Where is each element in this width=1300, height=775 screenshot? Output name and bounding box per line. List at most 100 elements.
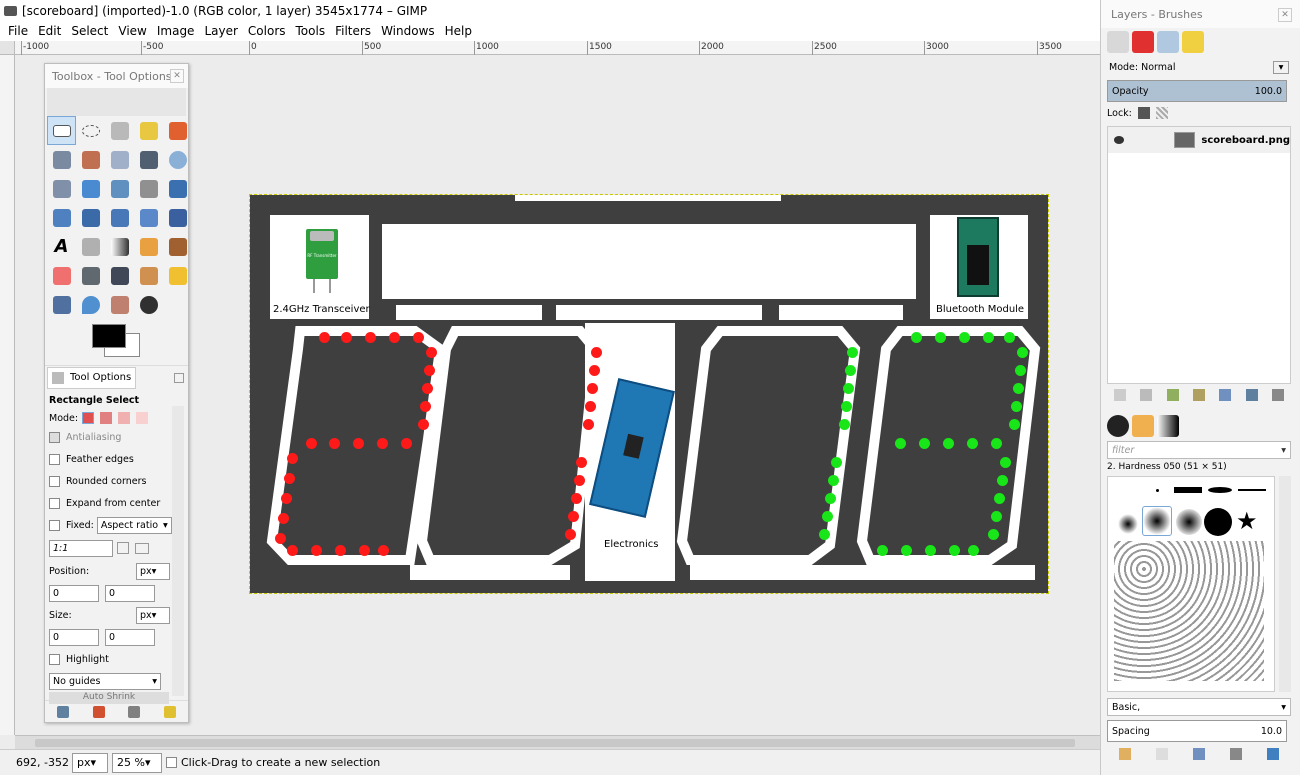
flip-tool-icon[interactable] [134, 203, 163, 232]
delete-brush-icon[interactable] [1229, 748, 1242, 760]
free-select-tool-icon[interactable] [105, 116, 134, 145]
toolbox-close-button[interactable]: ✕ [170, 69, 184, 83]
foreground-select-tool-icon[interactable] [76, 145, 105, 174]
raise-layer-icon[interactable] [1166, 389, 1179, 401]
lock-pixels-icon[interactable] [1137, 107, 1150, 119]
ellipse-select-tool-icon[interactable] [76, 116, 105, 145]
antialiasing-checkbox[interactable] [49, 431, 60, 443]
fixed-mode-select[interactable]: Aspect ratio ▾ [96, 516, 172, 534]
new-layer-icon[interactable] [1114, 389, 1127, 401]
perspective-clone-tool-icon[interactable] [47, 290, 76, 319]
gradients-tab-icon[interactable] [1157, 415, 1179, 437]
tool-options-tab[interactable]: Tool Options [47, 366, 137, 389]
spacing-slider[interactable]: Spacing 10.0 [1107, 720, 1287, 742]
size-y-field[interactable]: 0 [105, 628, 155, 646]
eye-icon[interactable] [1114, 136, 1125, 144]
channels-tab-icon[interactable] [1132, 31, 1154, 53]
reset-options-icon[interactable] [164, 705, 177, 718]
heal-tool-icon[interactable] [163, 261, 192, 290]
menu-select[interactable]: Select [71, 24, 108, 38]
brush-scrollbar[interactable] [1279, 476, 1291, 692]
refresh-brushes-icon[interactable] [1266, 748, 1279, 760]
brush-filter-input[interactable]: filter ▾ [1107, 441, 1291, 459]
bucket-fill-tool-icon[interactable] [76, 232, 105, 261]
scroll-thumb[interactable] [35, 739, 1075, 747]
scale-tool-icon[interactable] [47, 203, 76, 232]
zoom-select[interactable]: 25 % ▾ [112, 752, 162, 773]
anchor-layer-icon[interactable] [1245, 389, 1258, 401]
measure-tool-icon[interactable] [47, 174, 76, 203]
layers-tab-icon[interactable] [1107, 31, 1129, 53]
new-brush-icon[interactable] [1156, 748, 1169, 760]
menu-file[interactable]: File [8, 24, 28, 38]
foreground-color-swatch[interactable] [92, 324, 126, 348]
rotate-tool-icon[interactable] [163, 174, 192, 203]
cage-tool-icon[interactable] [163, 203, 192, 232]
menu-image[interactable]: Image [157, 24, 195, 38]
dodge-burn-tool-icon[interactable] [134, 290, 163, 319]
delete-layer-icon[interactable] [1271, 389, 1284, 401]
brush-grid[interactable]: ★ [1107, 476, 1275, 692]
expand-center-checkbox[interactable] [49, 497, 60, 509]
layer-name[interactable]: scoreboard.png [1201, 135, 1290, 146]
aspect-ratio-field[interactable]: 1:1 [49, 539, 113, 557]
align-tool-icon[interactable] [105, 174, 134, 203]
lock-alpha-icon[interactable] [1155, 107, 1168, 119]
duplicate-brush-icon[interactable] [1192, 748, 1205, 760]
landscape-icon[interactable] [135, 542, 149, 554]
tool-options-scrollbar[interactable] [172, 406, 184, 696]
menu-edit[interactable]: Edit [38, 24, 61, 38]
tab-menu-icon[interactable] [174, 372, 184, 383]
menu-view[interactable]: View [118, 24, 146, 38]
paintbrush-tool-icon[interactable] [163, 232, 192, 261]
menu-help[interactable]: Help [445, 24, 472, 38]
move-tool-icon[interactable] [76, 174, 105, 203]
rect-select-tool-icon[interactable] [47, 116, 76, 145]
eraser-tool-icon[interactable] [47, 261, 76, 290]
unit-select[interactable]: px ▾ [72, 752, 108, 773]
crop-tool-icon[interactable] [134, 174, 163, 203]
text-tool-icon[interactable]: A [47, 232, 76, 261]
menu-layer[interactable]: Layer [204, 24, 237, 38]
color-picker-tool-icon[interactable] [134, 145, 163, 174]
lower-layer-icon[interactable] [1192, 389, 1205, 401]
pencil-tool-icon[interactable] [134, 232, 163, 261]
position-x-field[interactable]: 0 [49, 584, 99, 602]
guides-select[interactable]: No guides ▾ [49, 672, 161, 690]
horizontal-ruler[interactable]: -1000 -500 0 500 1000 1500 2000 2500 300… [15, 41, 1100, 55]
ink-tool-icon[interactable] [105, 261, 134, 290]
dock-close-button[interactable]: ✕ [1278, 8, 1292, 22]
portrait-icon[interactable] [117, 542, 129, 554]
brush-preset-select[interactable]: Basic, ▾ [1107, 698, 1291, 716]
position-y-field[interactable]: 0 [105, 584, 155, 602]
layer-row[interactable]: scoreboard.png [1108, 127, 1290, 153]
smudge-tool-icon[interactable] [105, 290, 134, 319]
new-group-icon[interactable] [1140, 389, 1153, 401]
delete-options-icon[interactable] [128, 705, 141, 718]
save-options-icon[interactable] [56, 705, 69, 718]
ruler-corner[interactable] [0, 41, 15, 55]
mode-add-icon[interactable] [100, 412, 113, 424]
perspective-tool-icon[interactable] [105, 203, 134, 232]
fg-bg-colors[interactable] [45, 319, 188, 361]
paths-tool-icon[interactable] [105, 145, 134, 174]
mode-intersect-icon[interactable] [136, 412, 149, 424]
menu-tools[interactable]: Tools [296, 24, 326, 38]
opacity-slider[interactable]: Opacity 100.0 [1107, 80, 1287, 102]
gradient-tool-icon[interactable] [105, 232, 134, 261]
edit-brush-icon[interactable] [1119, 748, 1132, 760]
fixed-checkbox[interactable] [49, 519, 60, 531]
status-cancel-icon[interactable] [166, 757, 177, 768]
patterns-tab-icon[interactable] [1132, 415, 1154, 437]
menu-filters[interactable]: Filters [335, 24, 371, 38]
fuzzy-select-tool-icon[interactable] [134, 116, 163, 145]
blur-tool-icon[interactable] [76, 290, 105, 319]
scissors-tool-icon[interactable] [47, 145, 76, 174]
rounded-corners-checkbox[interactable] [49, 475, 60, 487]
menu-windows[interactable]: Windows [381, 24, 435, 38]
size-x-field[interactable]: 0 [49, 628, 99, 646]
horizontal-scrollbar[interactable] [15, 735, 1100, 749]
paths-tab-icon[interactable] [1157, 31, 1179, 53]
vertical-ruler[interactable] [0, 55, 15, 735]
scoreboard-image[interactable]: RF Transmitter 2.4GHz Transceiver Blueto… [249, 194, 1049, 594]
